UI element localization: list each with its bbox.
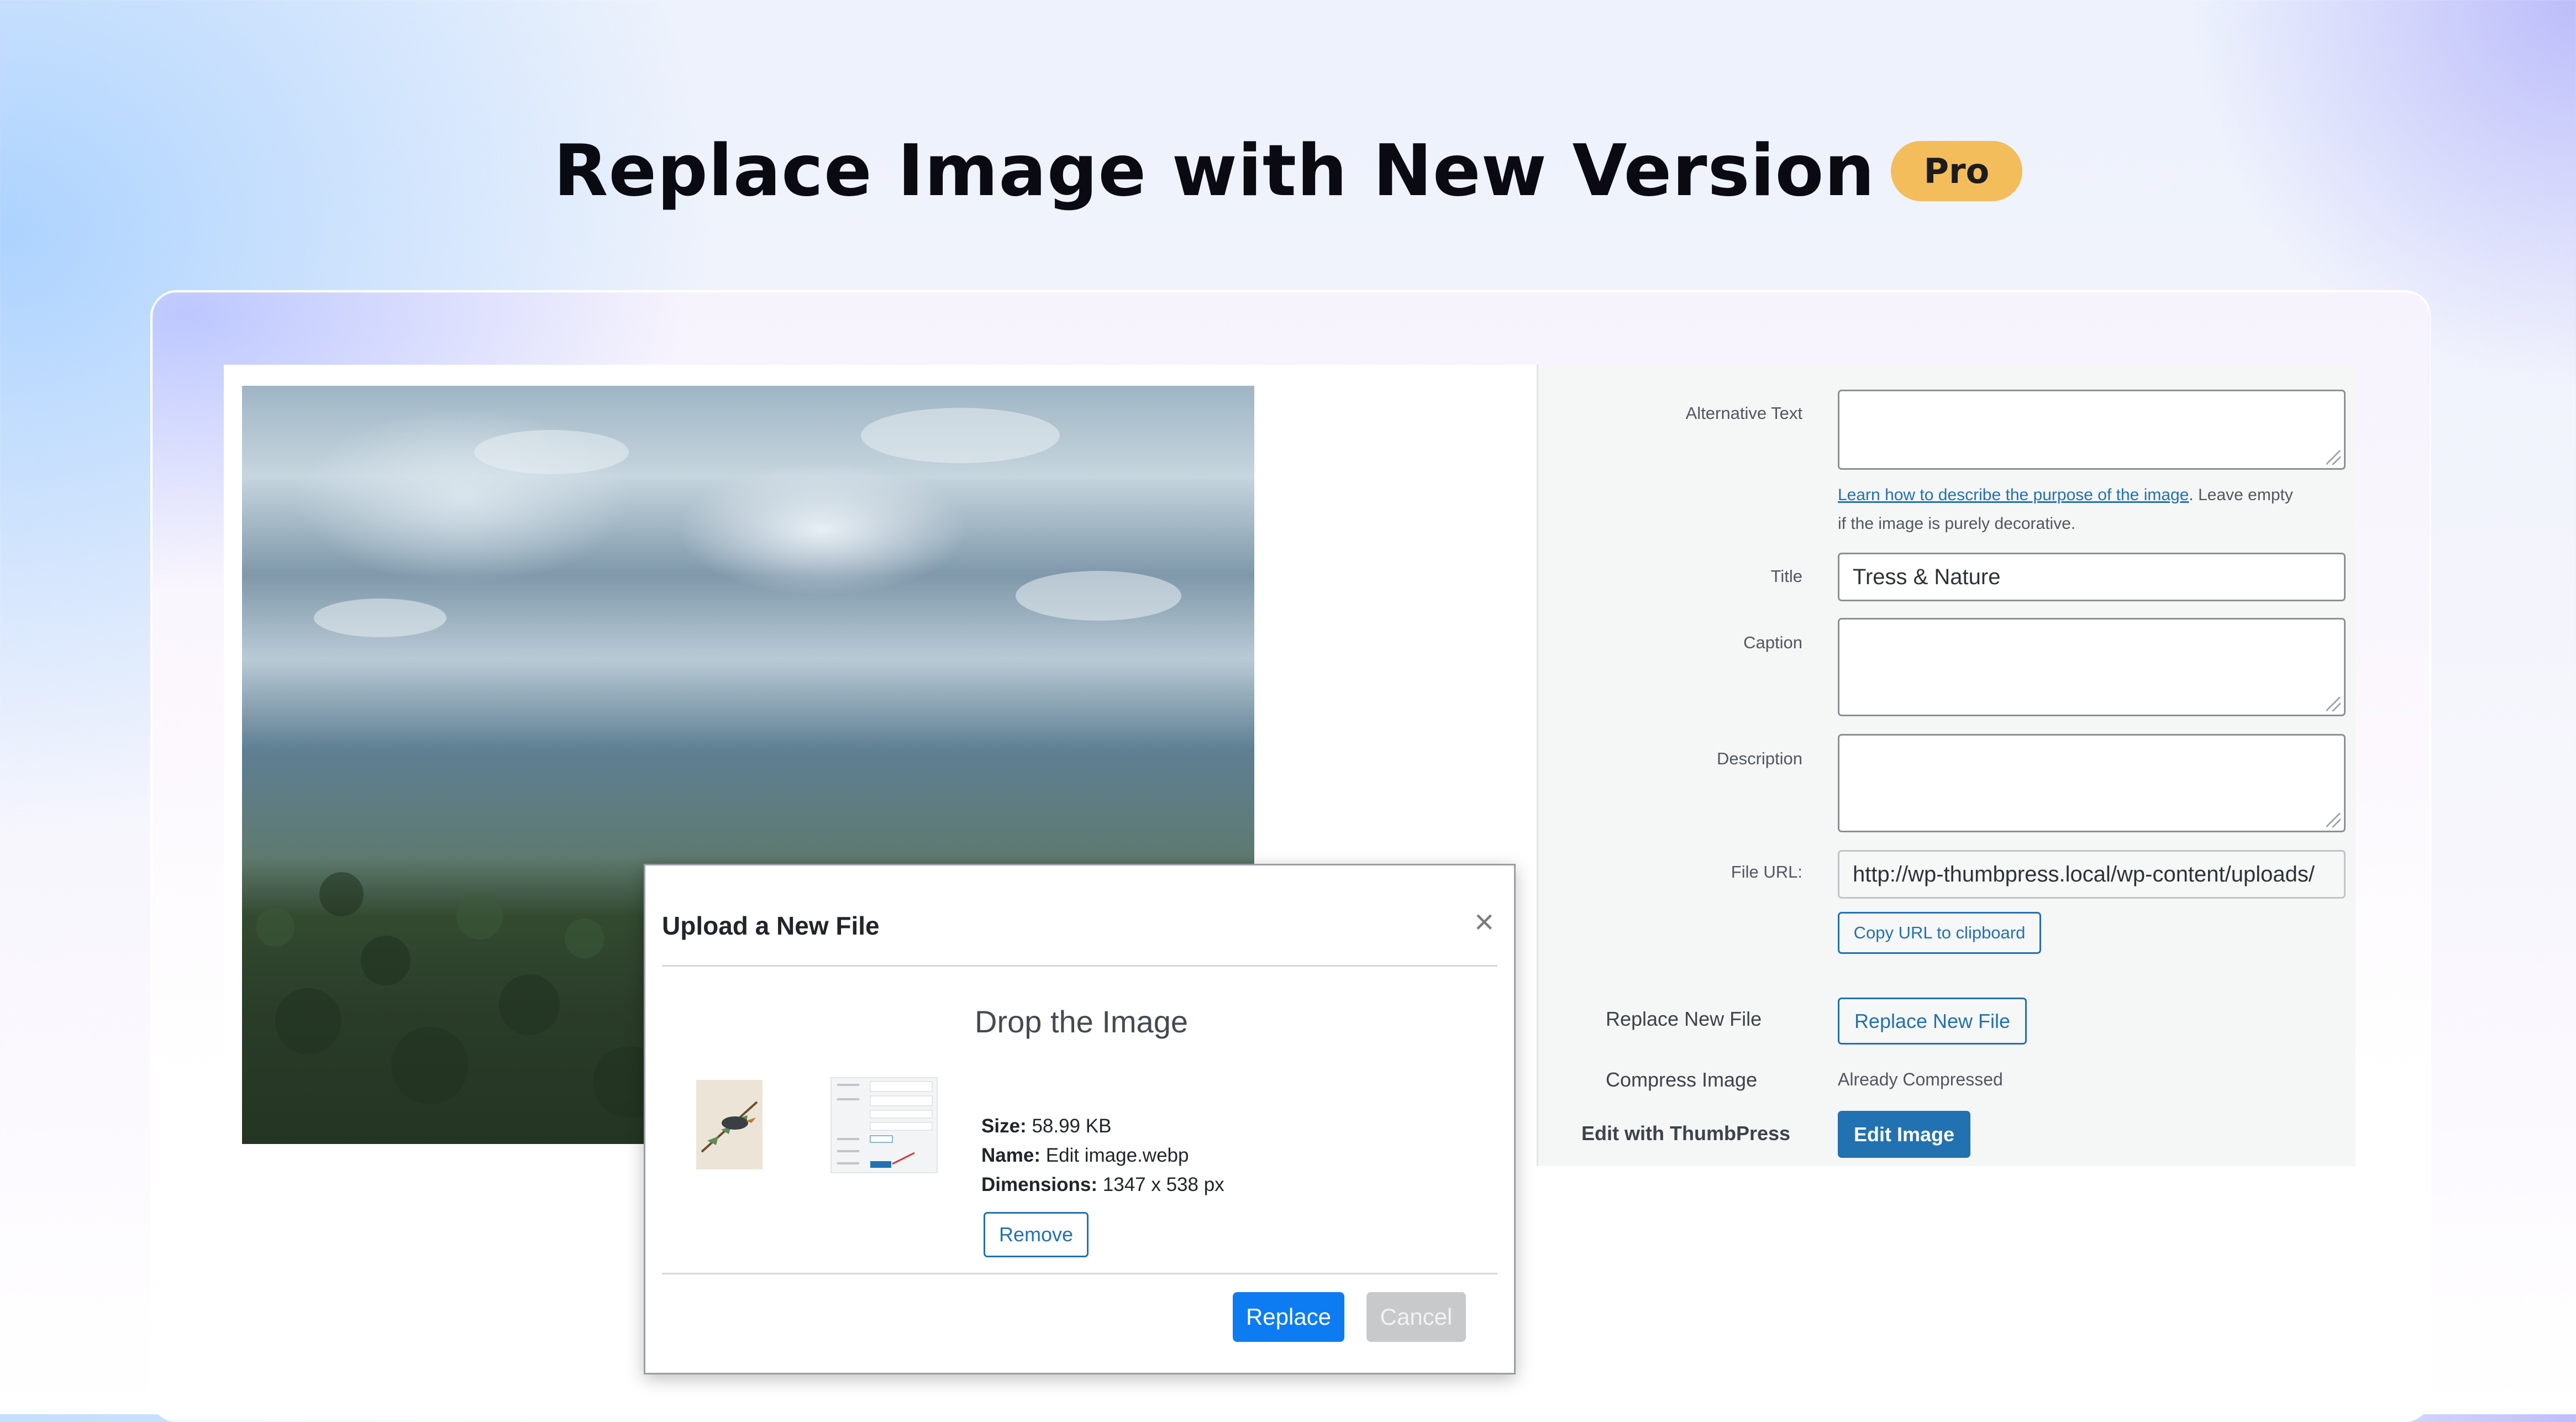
remove-button[interactable]: Remove	[984, 1212, 1089, 1257]
modal-footer-divider	[662, 1273, 1497, 1274]
file-size-row: Size: 58.99 KB	[981, 1111, 1224, 1141]
size-label: Size:	[981, 1115, 1027, 1137]
alt-text-help: Learn how to describe the purpose of the…	[1838, 481, 2352, 538]
alt-text-help-text: . Leave empty	[2189, 486, 2293, 504]
title-field[interactable]: Tress & Nature	[1838, 553, 2346, 601]
file-name-row: Name: Edit image.webp	[981, 1141, 1224, 1170]
compress-status: Already Compressed	[1838, 1069, 2003, 1089]
screenshot-thumbnail-icon	[837, 1081, 933, 1168]
drop-zone-text: Drop the Image	[975, 1004, 1188, 1039]
edit-label: Edit with ThumbPress	[1581, 1122, 1791, 1145]
size-value: 58.99 KB	[1032, 1115, 1112, 1137]
modal-title: Upload a New File	[662, 911, 880, 940]
pro-badge: Pro	[1890, 141, 2023, 201]
file-url-value: http://wp-thumbpress.local/wp-content/up…	[1853, 862, 2315, 886]
file-info: Size: 58.99 KB Name: Edit image.webp Dim…	[981, 1111, 1224, 1199]
old-image-thumbnail	[830, 1077, 938, 1173]
page-title: Replace Image with New Version	[553, 130, 1875, 212]
modal-header-divider	[662, 965, 1497, 967]
cancel-button[interactable]: Cancel	[1366, 1292, 1466, 1342]
resize-handle-icon[interactable]	[2326, 697, 2341, 711]
replace-button[interactable]: Replace	[1233, 1292, 1344, 1342]
dimensions-label: Dimensions:	[981, 1174, 1098, 1195]
media-details-screen: Alternative Text Learn how to describe t…	[224, 365, 2356, 1374]
alt-text-field[interactable]	[1838, 390, 2346, 470]
replace-file-label: Replace New File	[1606, 1008, 1762, 1030]
description-field[interactable]	[1838, 734, 2346, 832]
resize-handle-icon[interactable]	[2326, 813, 2341, 827]
alt-text-label: Alternative Text	[1685, 403, 1802, 423]
compress-label: Compress Image	[1606, 1068, 1758, 1091]
caption-field[interactable]	[1838, 618, 2346, 716]
dimensions-value: 1347 x 538 px	[1102, 1174, 1224, 1195]
page-heading: Replace Image with New Version Pro	[0, 130, 2576, 212]
title-label: Title	[1770, 566, 1802, 586]
close-icon[interactable]: ×	[1474, 905, 1494, 940]
resize-handle-icon[interactable]	[2326, 450, 2341, 465]
file-url-field[interactable]: http://wp-thumbpress.local/wp-content/up…	[1838, 850, 2346, 899]
copy-url-button[interactable]: Copy URL to clipboard	[1838, 912, 2041, 954]
bird-thumbnail-icon	[701, 1101, 758, 1153]
name-label: Name:	[981, 1145, 1040, 1166]
upload-modal: Upload a New File × Drop the Image Size:…	[644, 864, 1516, 1374]
replace-new-file-button[interactable]: Replace New File	[1838, 998, 2027, 1045]
file-url-label: File URL:	[1731, 862, 1802, 881]
title-value: Tress & Nature	[1853, 564, 2001, 589]
caption-label: Caption	[1743, 633, 1802, 652]
edit-image-button[interactable]: Edit Image	[1838, 1111, 1970, 1158]
attachment-details-panel: Alternative Text Learn how to describe t…	[1537, 365, 2356, 1166]
description-label: Description	[1716, 749, 1802, 768]
alt-text-help-link[interactable]: Learn how to describe the purpose of the…	[1838, 486, 2189, 504]
file-dimensions-row: Dimensions: 1347 x 538 px	[981, 1170, 1224, 1199]
name-value: Edit image.webp	[1045, 1145, 1189, 1166]
alt-text-help-text-2: if the image is purely decorative.	[1838, 515, 2076, 533]
new-image-thumbnail	[696, 1080, 763, 1169]
